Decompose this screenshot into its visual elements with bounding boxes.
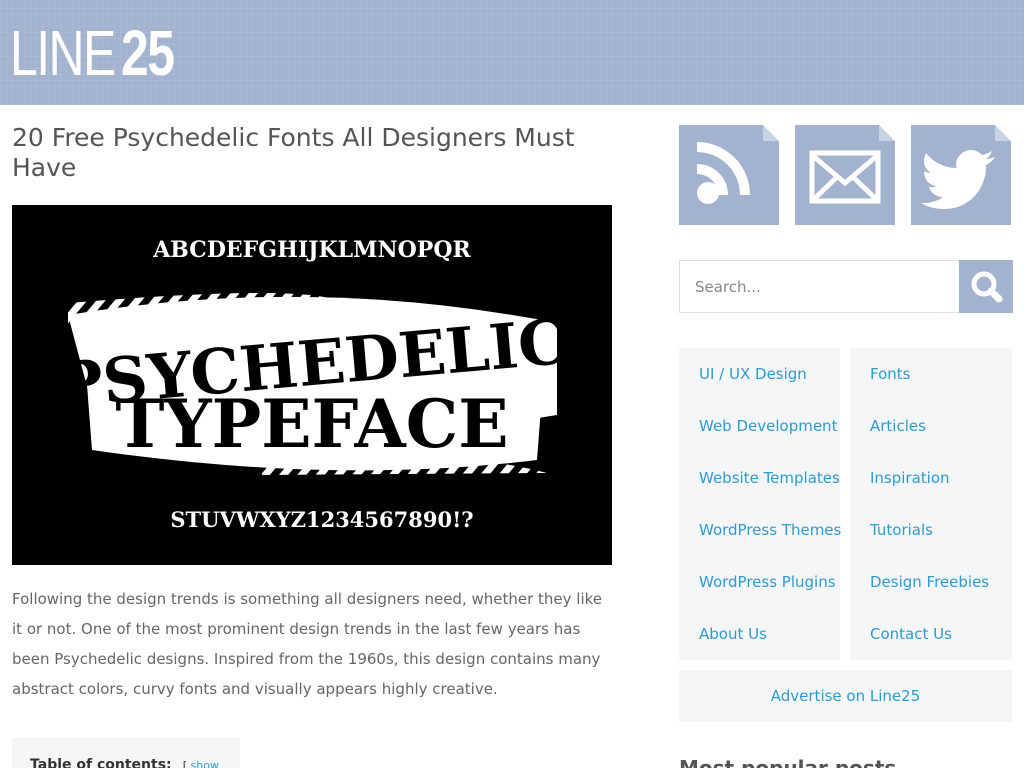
site-logo[interactable]: LINE 25 — [10, 17, 188, 89]
category-link[interactable]: Website Templates — [699, 468, 840, 488]
toc-title: Table of contents: — [30, 757, 172, 768]
category-link[interactable]: Fonts — [870, 364, 910, 384]
advertise-link[interactable]: Advertise on Line25 — [679, 670, 1012, 722]
rss-button[interactable] — [679, 125, 779, 225]
psychedelic-typeface-artwork: ABCDEFGHIJKLMNOPQR PSYCHEDELIC TYPEFACE … — [53, 237, 570, 532]
search-input[interactable] — [680, 261, 958, 312]
category-link[interactable]: Contact Us — [870, 624, 952, 644]
category-link[interactable]: Tutorials — [870, 520, 933, 540]
hero-word-typeface: TYPEFACE — [115, 385, 508, 463]
rss-icon — [696, 142, 750, 204]
category-link[interactable]: Design Freebies — [870, 572, 989, 592]
post-hero-image: ABCDEFGHIJKLMNOPQR PSYCHEDELIC TYPEFACE … — [12, 205, 612, 565]
category-list-left: UI / UX Design Web Development Website T… — [679, 348, 841, 660]
table-of-contents: Table of contents: [ show ] — [12, 738, 240, 768]
email-button[interactable] — [795, 125, 895, 225]
search-button[interactable] — [959, 260, 1013, 313]
mail-icon — [809, 150, 881, 204]
post-intro-paragraph: Following the design trends is something… — [12, 590, 603, 698]
search-form — [679, 260, 1013, 313]
category-link[interactable]: WordPress Themes — [699, 520, 841, 540]
toc-show-link[interactable]: show — [191, 759, 219, 768]
search-icon — [971, 271, 1003, 303]
category-link[interactable]: Web Development — [699, 416, 837, 436]
popular-posts-heading: Most popular posts — [679, 756, 897, 768]
category-link[interactable]: Articles — [870, 416, 926, 436]
category-link[interactable]: About Us — [699, 624, 767, 644]
twitter-button[interactable] — [911, 125, 1011, 225]
hero-top-line: ABCDEFGHIJKLMNOPQR — [152, 237, 471, 263]
category-link[interactable]: WordPress Plugins — [699, 572, 836, 592]
twitter-icon — [921, 150, 995, 209]
logo-text-light: LINE — [10, 17, 116, 89]
hero-bottom-line: STUVWXYZ1234567890!? — [170, 507, 473, 532]
site-header: LINE 25 — [0, 0, 1024, 105]
category-link[interactable]: Inspiration — [870, 468, 950, 488]
toc-bracket-open: [ — [182, 759, 188, 768]
category-link[interactable]: UI / UX Design — [699, 364, 807, 384]
category-list-right: Fonts Articles Inspiration Tutorials Des… — [850, 348, 1012, 660]
post-title[interactable]: 20 Free Psychedelic Fonts All Designers … — [12, 123, 612, 183]
logo-text-bold: 25 — [121, 17, 175, 89]
